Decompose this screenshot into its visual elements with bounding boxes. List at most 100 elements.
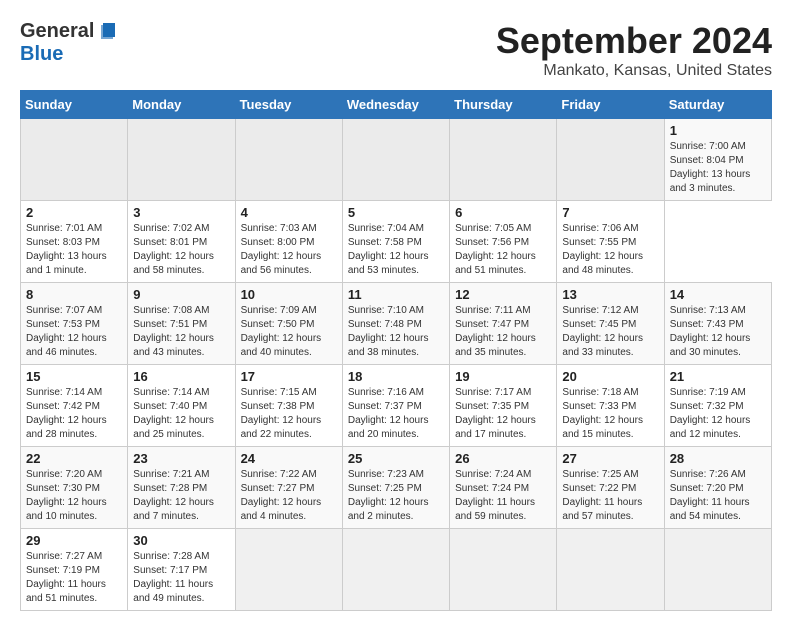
calendar-day-cell: 13 Sunrise: 7:12 AMSunset: 7:45 PMDayligh… <box>557 283 664 365</box>
day-number: 9 <box>133 287 229 302</box>
day-info: Sunrise: 7:22 AMSunset: 7:27 PMDaylight:… <box>241 468 337 524</box>
logo-icon <box>95 21 117 43</box>
day-of-week-header: Monday <box>128 91 235 119</box>
calendar-day-cell: 3Sunrise: 7:02 AMSunset: 8:01 PMDaylight… <box>128 201 235 283</box>
day-info: Sunrise: 7:08 AMSunset: 7:51 PMDaylight:… <box>133 304 229 360</box>
calendar-day-cell: 27Sunrise: 7:25 AMSunset: 7:22 PMDayligh… <box>557 447 664 529</box>
calendar-day-cell: 9 Sunrise: 7:08 AMSunset: 7:51 PMDaylight… <box>128 283 235 365</box>
empty-cell <box>450 529 557 611</box>
month-title: September 2024 <box>496 20 772 62</box>
day-number: 11 <box>348 287 444 302</box>
empty-cell <box>21 119 128 201</box>
empty-cell <box>557 119 664 201</box>
day-number: 19 <box>455 369 551 384</box>
day-info: Sunrise: 7:06 AMSunset: 7:55 PMDaylight:… <box>562 222 658 278</box>
calendar-day-cell: 25 Sunrise: 7:23 AMSunset: 7:25 PMDayligh… <box>342 447 449 529</box>
calendar-day-cell: 18 Sunrise: 7:16 AMSunset: 7:37 PMDayligh… <box>342 365 449 447</box>
day-info: Sunrise: 7:03 AMSunset: 8:00 PMDaylight:… <box>241 222 337 278</box>
calendar-day-cell: 10 Sunrise: 7:09 AMSunset: 7:50 PMDayligh… <box>235 283 342 365</box>
calendar-day-cell: 28 Sunrise: 7:26 AMSunset: 7:20 PMDayligh… <box>664 447 771 529</box>
day-info: Sunrise: 7:28 AMSunset: 7:17 PMDaylight:… <box>133 550 229 606</box>
calendar-week-row: 29Sunrise: 7:27 AMSunset: 7:19 PMDayligh… <box>21 529 772 611</box>
day-info: Sunrise: 7:07 AMSunset: 7:53 PMDaylight:… <box>26 304 122 360</box>
calendar-week-row: 2Sunrise: 7:01 AMSunset: 8:03 PMDaylight… <box>21 201 772 283</box>
day-number: 12 <box>455 287 551 302</box>
day-number: 13 <box>562 287 658 302</box>
calendar-day-cell: 14Sunrise: 7:13 AMSunset: 7:43 PMDayligh… <box>664 283 771 365</box>
day-info: Sunrise: 7:16 AMSunset: 7:37 PMDaylight:… <box>348 386 444 442</box>
day-number: 20 <box>562 369 658 384</box>
day-info: Sunrise: 7:04 AMSunset: 7:58 PMDaylight:… <box>348 222 444 278</box>
day-info: Sunrise: 7:09 AMSunset: 7:50 PMDaylight:… <box>241 304 337 360</box>
day-number: 25 <box>348 451 444 466</box>
day-number: 10 <box>241 287 337 302</box>
day-info: Sunrise: 7:17 AMSunset: 7:35 PMDaylight:… <box>455 386 551 442</box>
day-info: Sunrise: 7:01 AMSunset: 8:03 PMDaylight:… <box>26 222 122 278</box>
logo-blue-text: Blue <box>20 43 63 65</box>
calendar-header-row: SundayMondayTuesdayWednesdayThursdayFrid… <box>21 91 772 119</box>
empty-cell <box>128 119 235 201</box>
day-number: 29 <box>26 533 122 548</box>
day-number: 15 <box>26 369 122 384</box>
calendar-day-cell: 5 Sunrise: 7:04 AMSunset: 7:58 PMDaylight… <box>342 201 449 283</box>
day-of-week-header: Sunday <box>21 91 128 119</box>
calendar-day-cell: 11 Sunrise: 7:10 AMSunset: 7:48 PMDayligh… <box>342 283 449 365</box>
day-of-week-header: Friday <box>557 91 664 119</box>
day-info: Sunrise: 7:21 AMSunset: 7:28 PMDaylight:… <box>133 468 229 524</box>
calendar-day-cell: 29Sunrise: 7:27 AMSunset: 7:19 PMDayligh… <box>21 529 128 611</box>
calendar-day-cell: 8 Sunrise: 7:07 AMSunset: 7:53 PMDaylight… <box>21 283 128 365</box>
logo: General Blue <box>20 20 118 66</box>
day-number: 30 <box>133 533 229 548</box>
empty-cell <box>664 529 771 611</box>
day-number: 6 <box>455 205 551 220</box>
day-number: 1 <box>670 123 766 138</box>
day-info: Sunrise: 7:12 AMSunset: 7:45 PMDaylight:… <box>562 304 658 360</box>
day-of-week-header: Tuesday <box>235 91 342 119</box>
day-info: Sunrise: 7:02 AMSunset: 8:01 PMDaylight:… <box>133 222 229 278</box>
empty-cell <box>235 529 342 611</box>
day-number: 26 <box>455 451 551 466</box>
calendar-day-cell: 23 Sunrise: 7:21 AMSunset: 7:28 PMDayligh… <box>128 447 235 529</box>
day-info: Sunrise: 7:26 AMSunset: 7:20 PMDaylight:… <box>670 468 766 524</box>
calendar-day-cell: 4 Sunrise: 7:03 AMSunset: 8:00 PMDaylight… <box>235 201 342 283</box>
day-number: 14 <box>670 287 766 302</box>
day-number: 5 <box>348 205 444 220</box>
calendar-day-cell: 22Sunrise: 7:20 AMSunset: 7:30 PMDayligh… <box>21 447 128 529</box>
day-number: 24 <box>241 451 337 466</box>
day-info: Sunrise: 7:18 AMSunset: 7:33 PMDaylight:… <box>562 386 658 442</box>
day-number: 7 <box>562 205 658 220</box>
day-info: Sunrise: 7:11 AMSunset: 7:47 PMDaylight:… <box>455 304 551 360</box>
calendar-day-cell: 20 Sunrise: 7:18 AMSunset: 7:33 PMDayligh… <box>557 365 664 447</box>
calendar-day-cell: 6 Sunrise: 7:05 AMSunset: 7:56 PMDaylight… <box>450 201 557 283</box>
day-number: 23 <box>133 451 229 466</box>
day-of-week-header: Wednesday <box>342 91 449 119</box>
day-info: Sunrise: 7:14 AMSunset: 7:40 PMDaylight:… <box>133 386 229 442</box>
day-number: 16 <box>133 369 229 384</box>
page-header: General Blue September 2024 Mankato, Kan… <box>20 20 772 80</box>
calendar-day-cell: 12 Sunrise: 7:11 AMSunset: 7:47 PMDayligh… <box>450 283 557 365</box>
day-info: Sunrise: 7:00 AMSunset: 8:04 PMDaylight:… <box>670 140 766 196</box>
day-number: 4 <box>241 205 337 220</box>
calendar-week-row: 8 Sunrise: 7:07 AMSunset: 7:53 PMDaylight… <box>21 283 772 365</box>
day-of-week-header: Thursday <box>450 91 557 119</box>
day-info: Sunrise: 7:10 AMSunset: 7:48 PMDaylight:… <box>348 304 444 360</box>
day-number: 18 <box>348 369 444 384</box>
calendar-table: SundayMondayTuesdayWednesdayThursdayFrid… <box>20 90 772 611</box>
day-number: 17 <box>241 369 337 384</box>
day-number: 22 <box>26 451 122 466</box>
day-info: Sunrise: 7:23 AMSunset: 7:25 PMDaylight:… <box>348 468 444 524</box>
calendar-day-cell: 15Sunrise: 7:14 AMSunset: 7:42 PMDayligh… <box>21 365 128 447</box>
title-area: September 2024 Mankato, Kansas, United S… <box>496 20 772 80</box>
calendar-day-cell: 26Sunrise: 7:24 AMSunset: 7:24 PMDayligh… <box>450 447 557 529</box>
day-of-week-header: Saturday <box>664 91 771 119</box>
calendar-day-cell: 2Sunrise: 7:01 AMSunset: 8:03 PMDaylight… <box>21 201 128 283</box>
calendar-week-row: 22Sunrise: 7:20 AMSunset: 7:30 PMDayligh… <box>21 447 772 529</box>
logo-general-text: General <box>20 20 94 43</box>
calendar-week-row: 1 Sunrise: 7:00 AMSunset: 8:04 PMDaylight… <box>21 119 772 201</box>
day-info: Sunrise: 7:05 AMSunset: 7:56 PMDaylight:… <box>455 222 551 278</box>
day-number: 28 <box>670 451 766 466</box>
calendar-day-cell: 24 Sunrise: 7:22 AMSunset: 7:27 PMDayligh… <box>235 447 342 529</box>
day-number: 8 <box>26 287 122 302</box>
calendar-week-row: 15Sunrise: 7:14 AMSunset: 7:42 PMDayligh… <box>21 365 772 447</box>
empty-cell <box>235 119 342 201</box>
